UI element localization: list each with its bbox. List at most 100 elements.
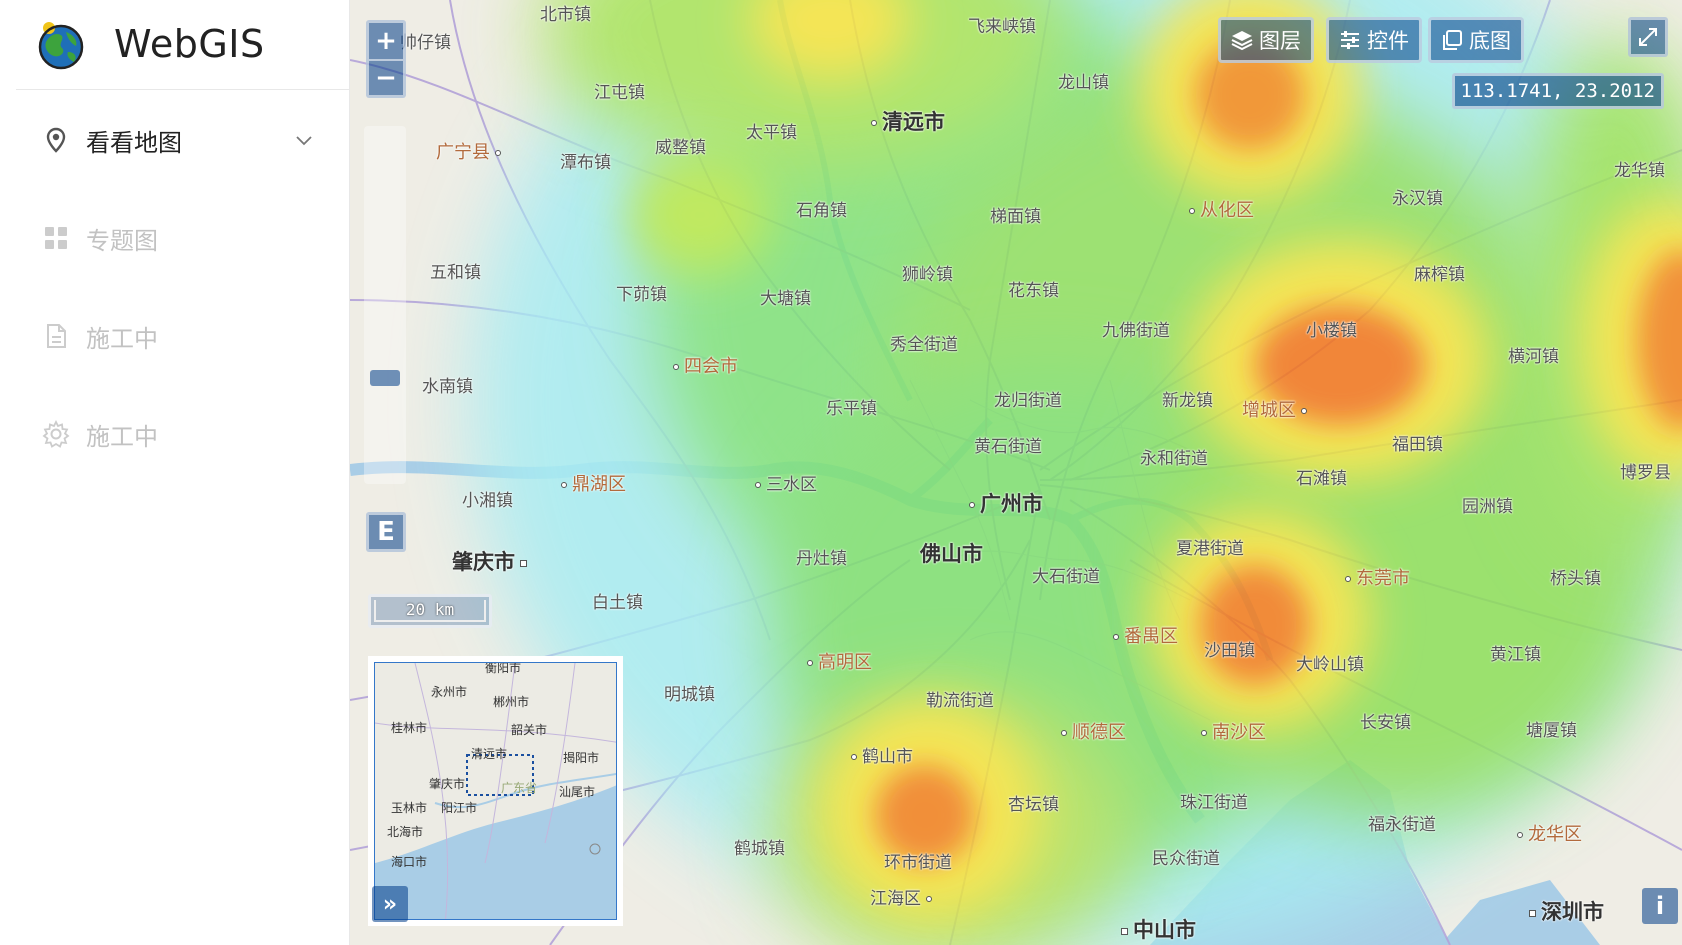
town-marker-icon xyxy=(1345,576,1351,582)
place-label: 福田镇 xyxy=(1392,435,1443,455)
zoom-slider-thumb[interactable] xyxy=(370,370,400,386)
zoom-in-button[interactable]: + xyxy=(366,20,406,60)
place-label: 中山市 xyxy=(1116,914,1196,944)
zoom-slider-track[interactable] xyxy=(364,126,406,484)
sidebar-item-thematic-map[interactable]: 专题图 xyxy=(0,208,350,268)
place-label: 塘厦镇 xyxy=(1526,721,1577,741)
town-marker-icon xyxy=(926,896,932,902)
place-label-text: 从化区 xyxy=(1200,200,1254,221)
zoom-to-extent-button[interactable]: E xyxy=(366,512,406,552)
city-marker-icon xyxy=(520,559,527,567)
fullscreen-button[interactable] xyxy=(1628,17,1668,57)
place-label: 福永街道 xyxy=(1368,815,1436,835)
place-label: 大塘镇 xyxy=(760,289,811,309)
scale-line-label: 20 km xyxy=(374,600,486,622)
town-marker-icon xyxy=(1113,634,1119,640)
sidebar-item-label: 看看地图 xyxy=(86,128,182,157)
place-label: 龙归街道 xyxy=(994,391,1062,411)
overview-place-label: 揭阳市 xyxy=(563,751,600,765)
place-label-text: 东莞市 xyxy=(1356,568,1410,589)
basemap-button-label: 底图 xyxy=(1469,29,1511,53)
overview-map-canvas[interactable]: 衡阳市 永州市 郴州市 桂林市 韶关市 清远市 揭阳市 肇庆市 广东省 汕尾市 … xyxy=(374,662,617,920)
mouse-position: 113.1741, 23.2012 xyxy=(1451,73,1664,109)
sidebar-item-under-construction-1[interactable]: 施工中 xyxy=(0,306,350,366)
place-label: 长安镇 xyxy=(1360,713,1411,733)
place-label: 肇庆市 xyxy=(452,546,532,576)
place-label: 夏港街道 xyxy=(1176,539,1244,559)
place-label: 小湘镇 xyxy=(462,491,513,511)
place-label: 博罗县 xyxy=(1620,463,1671,483)
place-label: 清远市 xyxy=(866,106,945,136)
place-label-text: 南沙区 xyxy=(1212,722,1266,743)
place-label: 明城镇 xyxy=(664,685,715,705)
place-label: 高明区 xyxy=(802,648,872,674)
place-label: 黄石街道 xyxy=(974,437,1042,457)
place-label: 勒流街道 xyxy=(926,691,994,711)
town-marker-icon xyxy=(1301,408,1307,414)
gear-icon xyxy=(42,420,70,448)
overview-place-label: 肇庆市 xyxy=(429,777,466,791)
sidebar-item-label: 施工中 xyxy=(86,422,158,451)
document-icon xyxy=(47,324,66,348)
layers-button-label: 图层 xyxy=(1259,29,1301,53)
place-label: 龙华区 xyxy=(1512,820,1582,846)
logo-area: WebGIS xyxy=(16,0,350,90)
place-label: 黄江镇 xyxy=(1490,645,1541,665)
place-label: 鹤山市 xyxy=(846,742,913,767)
place-label: 永汉镇 xyxy=(1392,189,1443,209)
overview-map[interactable]: 衡阳市 永州市 郴州市 桂林市 韶关市 清远市 揭阳市 肇庆市 广东省 汕尾市 … xyxy=(368,656,623,926)
place-label: 三水区 xyxy=(750,470,817,495)
overview-place-label: 衡阳市 xyxy=(485,662,522,675)
place-label-text: 深圳市 xyxy=(1541,900,1604,924)
overview-place-label: 永州市 xyxy=(431,685,468,699)
place-label: 飞来峡镇 xyxy=(968,17,1036,37)
place-label-text: 广州市 xyxy=(980,492,1043,516)
place-label: 江屯镇 xyxy=(594,83,645,103)
layers-button[interactable]: 图层 xyxy=(1218,17,1314,63)
place-label: 乐平镇 xyxy=(826,399,877,419)
info-button[interactable]: i xyxy=(1642,888,1678,924)
zoom-out-button[interactable]: − xyxy=(366,60,406,98)
place-label: 杏坛镇 xyxy=(1008,795,1059,815)
overview-place-label: 阳江市 xyxy=(441,801,478,815)
place-label-text: 三水区 xyxy=(766,475,817,495)
city-marker-icon xyxy=(1529,909,1536,917)
place-label: 梯面镇 xyxy=(990,207,1041,227)
place-label-text: 顺德区 xyxy=(1072,722,1126,743)
overview-place-label: 玉林市 xyxy=(391,801,428,815)
overview-place-label: 桂林市 xyxy=(391,721,428,735)
place-label-text: 增城区 xyxy=(1242,400,1296,421)
town-marker-icon xyxy=(1061,730,1067,736)
place-label: 南沙区 xyxy=(1196,718,1266,744)
place-label: 广宁县 xyxy=(436,138,506,164)
sidebar-item-under-construction-2[interactable]: 施工中 xyxy=(0,404,350,464)
town-marker-icon xyxy=(1189,208,1195,214)
place-label: 白土镇 xyxy=(592,593,643,613)
chevron-down-icon[interactable] xyxy=(294,130,314,150)
place-label-text: 江海区 xyxy=(870,889,921,909)
basemap-button[interactable]: 底图 xyxy=(1428,17,1524,63)
overview-place-label: 汕尾市 xyxy=(559,785,596,799)
place-label: 石滩镇 xyxy=(1296,469,1347,489)
place-label: 五和镇 xyxy=(430,263,481,283)
town-marker-icon xyxy=(561,482,567,488)
layers-icon xyxy=(1231,31,1253,51)
place-label-text: 肇庆市 xyxy=(452,550,515,574)
place-label: 丹灶镇 xyxy=(796,549,847,569)
overview-place-label: 郴州市 xyxy=(493,695,530,709)
city-marker-icon xyxy=(1121,927,1128,935)
place-label: 桥头镇 xyxy=(1550,569,1601,589)
place-label-text: 清远市 xyxy=(882,110,945,134)
place-label: 环市街道 xyxy=(884,853,952,873)
place-label-text: 高明区 xyxy=(818,652,872,673)
map-view[interactable]: 北市镇 帅仔镇 飞来峡镇 江屯镇 龙山镇 广宁县 潭布镇 威整镇 太平镇 清远市… xyxy=(350,0,1682,945)
sidebar-item-view-map[interactable]: 看看地图 xyxy=(0,110,350,170)
overview-toggle-button[interactable]: » xyxy=(372,886,408,922)
sidebar-item-label: 施工中 xyxy=(86,324,158,353)
town-marker-icon xyxy=(851,754,857,760)
controls-button[interactable]: 控件 xyxy=(1326,17,1422,63)
expand-icon xyxy=(1639,28,1657,46)
place-label-text: 鹤山市 xyxy=(862,747,913,767)
place-label: 民众街道 xyxy=(1152,849,1220,869)
place-label: 增城区 xyxy=(1242,396,1312,422)
